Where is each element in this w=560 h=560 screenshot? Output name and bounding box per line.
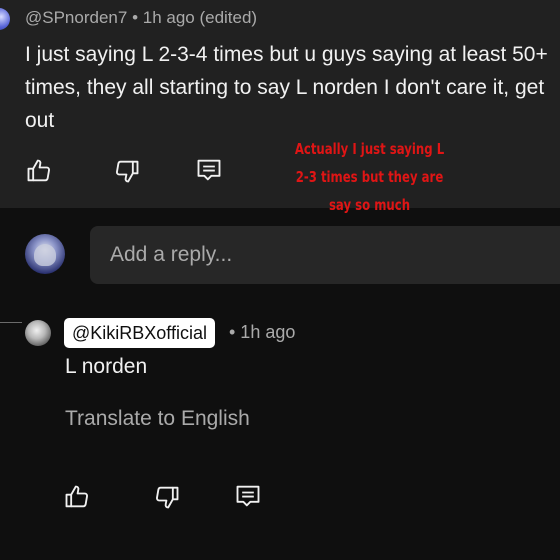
reply-button[interactable] bbox=[195, 156, 225, 186]
avatar-image bbox=[34, 244, 56, 266]
comment-header: @SPnorden7 • 1h ago (edited) bbox=[25, 8, 257, 28]
thumbs-up-icon bbox=[27, 159, 50, 182]
reply-meta: • 1h ago bbox=[229, 322, 296, 342]
like-button[interactable] bbox=[63, 483, 93, 513]
dislike-button[interactable] bbox=[153, 483, 183, 513]
reply-author[interactable]: @KikiRBXofficial bbox=[64, 318, 215, 348]
annotation-text: Actually I just saying L 2-3 times but t… bbox=[294, 140, 445, 214]
dislike-button[interactable] bbox=[113, 157, 143, 187]
reply-button[interactable] bbox=[234, 482, 264, 512]
thread-connector bbox=[0, 322, 22, 323]
reply-text: L norden bbox=[65, 355, 148, 378]
thumbs-down-icon bbox=[156, 486, 179, 509]
avatar[interactable] bbox=[25, 234, 65, 274]
comment-author[interactable]: @SPnorden7 bbox=[25, 8, 127, 27]
comment-icon bbox=[197, 159, 221, 181]
reply-input[interactable]: Add a reply... bbox=[90, 226, 560, 284]
reply-input-placeholder[interactable]: Add a reply... bbox=[110, 243, 232, 267]
parent-comment: @SPnorden7 • 1h ago (edited) I just sayi… bbox=[0, 0, 560, 214]
comment-meta: • 1h ago (edited) bbox=[132, 8, 258, 27]
thumbs-up-icon bbox=[65, 485, 88, 508]
avatar[interactable] bbox=[0, 8, 10, 30]
comment-icon bbox=[236, 485, 260, 507]
avatar[interactable] bbox=[25, 320, 51, 346]
thumbs-down-icon bbox=[116, 160, 139, 183]
translate-link[interactable]: Translate to English bbox=[65, 407, 250, 431]
like-button[interactable] bbox=[25, 157, 55, 187]
comment-text: I just saying L 2-3-4 times but u guys s… bbox=[25, 43, 548, 132]
